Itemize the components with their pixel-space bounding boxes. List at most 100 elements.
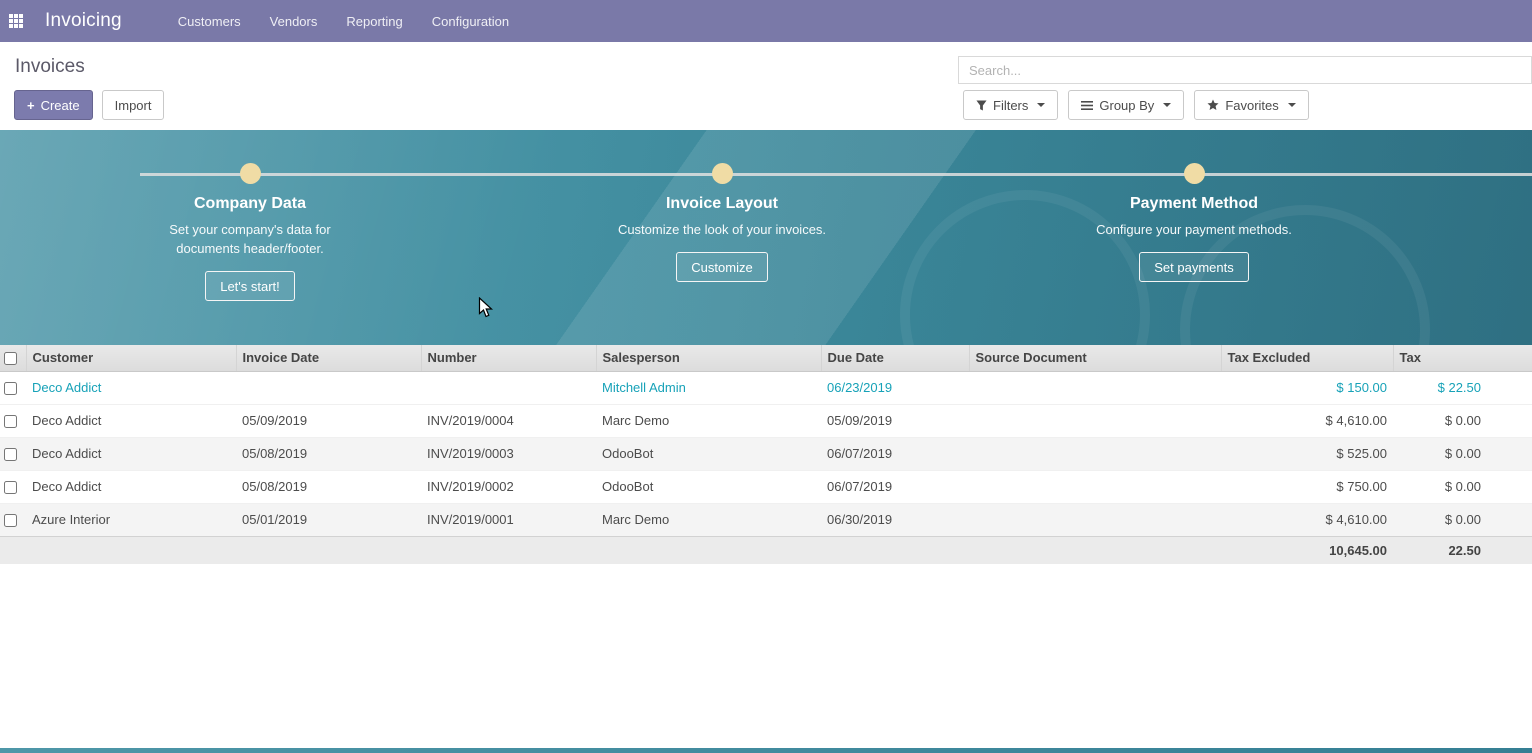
bottom-strip [0,748,1532,753]
cell-tax-excluded: $ 750.00 [1221,470,1393,503]
cell-customer: Deco Addict [26,470,236,503]
cell-source-document [969,437,1221,470]
cell-tax: $ 0.00 [1393,404,1532,437]
onboarding-step-company-data: Company Data Set your company's data for… [14,163,486,301]
menu-configuration[interactable]: Configuration [432,14,509,29]
chevron-down-icon [1288,103,1296,111]
table-row[interactable]: Deco Addict 05/08/2019 INV/2019/0002 Odo… [0,470,1532,503]
apps-grid-icon[interactable] [9,14,23,28]
cell-due-date: 06/23/2019 [821,371,969,404]
group-by-label: Group By [1099,98,1154,113]
cell-due-date: 06/07/2019 [821,470,969,503]
onboarding-step-invoice-layout: Invoice Layout Customize the look of you… [486,163,958,282]
page-title: Invoices [15,56,85,78]
step-description: Set your company's data for documents he… [145,220,355,258]
app-title[interactable]: Invoicing [45,10,122,32]
cell-due-date: 06/30/2019 [821,503,969,536]
onboarding-banner: Company Data Set your company's data for… [0,130,1532,345]
select-all-checkbox-cell [0,345,26,371]
cell-due-date: 05/09/2019 [821,404,969,437]
row-checkbox[interactable] [4,382,17,395]
star-icon [1207,99,1219,111]
cell-tax: $ 22.50 [1393,371,1532,404]
plus-icon: + [27,98,35,113]
table-row[interactable]: Deco Addict 05/09/2019 INV/2019/0004 Mar… [0,404,1532,437]
customize-button[interactable]: Customize [676,252,767,282]
total-tax-excluded: 10,645.00 [1221,536,1393,564]
step-description: Customize the look of your invoices. [618,220,826,239]
cell-invoice-date: 05/08/2019 [236,470,421,503]
cell-tax-excluded: $ 4,610.00 [1221,404,1393,437]
cell-salesperson: Marc Demo [596,404,821,437]
cell-source-document [969,404,1221,437]
menu-customers[interactable]: Customers [178,14,241,29]
cell-number: INV/2019/0004 [421,404,596,437]
filters-button[interactable]: Filters [963,90,1058,120]
list-icon [1081,100,1093,111]
cell-salesperson: OdooBot [596,470,821,503]
cell-invoice-date [236,371,421,404]
cell-invoice-date: 05/01/2019 [236,503,421,536]
step-dot-icon [712,163,733,184]
set-payments-button[interactable]: Set payments [1139,252,1249,282]
search-input[interactable] [958,56,1532,84]
group-by-button[interactable]: Group By [1068,90,1184,120]
step-dot-icon [240,163,261,184]
create-button[interactable]: + Create [14,90,93,120]
cell-tax: $ 0.00 [1393,437,1532,470]
column-header-invoice-date[interactable]: Invoice Date [236,345,421,371]
select-all-checkbox[interactable] [4,352,17,365]
column-header-source-document[interactable]: Source Document [969,345,1221,371]
import-button[interactable]: Import [102,90,165,120]
total-tax: 22.50 [1393,536,1532,564]
column-header-tax-excluded[interactable]: Tax Excluded [1221,345,1393,371]
column-header-tax[interactable]: Tax [1393,345,1532,371]
column-header-salesperson[interactable]: Salesperson [596,345,821,371]
favorites-button[interactable]: Favorites [1194,90,1308,120]
top-navbar: Invoicing Customers Vendors Reporting Co… [0,0,1532,42]
cell-salesperson: Marc Demo [596,503,821,536]
row-checkbox[interactable] [4,481,17,494]
step-title: Invoice Layout [666,195,778,213]
cell-number: INV/2019/0001 [421,503,596,536]
table-row[interactable]: Deco Addict Mitchell Admin 06/23/2019 $ … [0,371,1532,404]
cell-invoice-date: 05/08/2019 [236,437,421,470]
cell-tax: $ 0.00 [1393,503,1532,536]
menu-reporting[interactable]: Reporting [346,14,402,29]
row-checkbox[interactable] [4,415,17,428]
column-header-customer[interactable]: Customer [26,345,236,371]
menu-vendors[interactable]: Vendors [270,14,318,29]
create-button-label: Create [41,98,80,113]
cell-tax-excluded: $ 525.00 [1221,437,1393,470]
step-description: Configure your payment methods. [1096,220,1292,239]
lets-start-button[interactable]: Let's start! [205,271,295,301]
step-title: Payment Method [1130,195,1258,213]
funnel-icon [976,100,987,111]
row-checkbox[interactable] [4,448,17,461]
action-buttons: + Create Import [14,90,164,120]
table-row[interactable]: Deco Addict 05/08/2019 INV/2019/0003 Odo… [0,437,1532,470]
cell-tax-excluded: $ 4,610.00 [1221,503,1393,536]
table-header-row: Customer Invoice Date Number Salesperson… [0,345,1532,371]
row-checkbox[interactable] [4,514,17,527]
onboarding-step-payment-method: Payment Method Configure your payment me… [958,163,1430,282]
invoices-table: Customer Invoice Date Number Salesperson… [0,345,1532,564]
cell-customer: Azure Interior [26,503,236,536]
main-menu: Customers Vendors Reporting Configuratio… [178,14,509,29]
favorites-label: Favorites [1225,98,1278,113]
cell-customer: Deco Addict [26,371,236,404]
cell-tax: $ 0.00 [1393,470,1532,503]
search-area [958,56,1532,84]
step-title: Company Data [194,195,306,213]
step-dot-icon [1184,163,1205,184]
cell-number: INV/2019/0003 [421,437,596,470]
table-row[interactable]: Azure Interior 05/01/2019 INV/2019/0001 … [0,503,1532,536]
column-header-due-date[interactable]: Due Date [821,345,969,371]
cell-source-document [969,470,1221,503]
column-header-number[interactable]: Number [421,345,596,371]
invoicing-app: Invoicing Customers Vendors Reporting Co… [0,0,1532,753]
cell-customer: Deco Addict [26,437,236,470]
cell-source-document [969,371,1221,404]
cell-due-date: 06/07/2019 [821,437,969,470]
filter-bar: Filters Group By Favorites [963,90,1309,120]
